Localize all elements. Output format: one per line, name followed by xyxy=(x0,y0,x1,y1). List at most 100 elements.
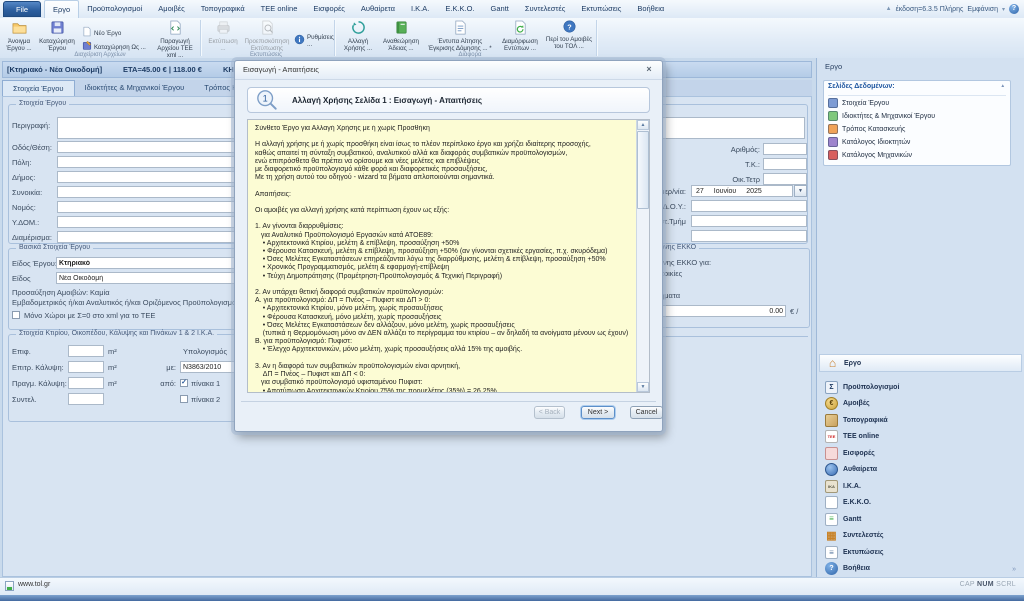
tab-amoives[interactable]: Αμοιβές xyxy=(150,0,192,18)
police-dept-input[interactable] xyxy=(691,215,807,227)
nav-item-ektyposeis[interactable]: ≡ Εκτυπώσεις xyxy=(819,545,1022,559)
svg-text:?: ? xyxy=(567,22,572,31)
date-year: 2025 xyxy=(746,188,762,195)
close-icon[interactable]: × xyxy=(642,63,656,76)
page-item-construction[interactable]: Τρόπος Κατασκευής xyxy=(828,123,905,135)
tab-ektyposeis[interactable]: Εκτυπώσεις xyxy=(573,0,629,18)
nav-item-eisfores[interactable]: Εισφορές xyxy=(819,446,1022,460)
table2-checkbox[interactable] xyxy=(180,395,188,403)
form-layout-button[interactable]: Διαμόρφωση Εντύπων ... xyxy=(497,20,543,52)
website-link[interactable]: www.tol.gr xyxy=(18,581,50,588)
info-icon xyxy=(294,34,305,47)
scrollbar-thumb[interactable] xyxy=(637,131,649,209)
chevron-down-icon[interactable]: ▾ xyxy=(1002,6,1005,13)
from-label: από: xyxy=(150,379,176,388)
permit-application-forms-button[interactable]: Έντυπα Αίτησης Έγκρισης Δόμησης ... * xyxy=(425,20,495,52)
settings-button[interactable]: Ρυθμίσεις ... xyxy=(294,33,332,48)
tab-eisfores[interactable]: Εισφορές xyxy=(305,0,353,18)
page-item-engineer-catalog[interactable]: Κατάλογος Μηχανικών xyxy=(828,149,912,161)
coefficient-label: Συντελ. xyxy=(12,395,37,404)
open-project-button[interactable]: Άνοιγμα Έργου ... xyxy=(3,20,35,52)
date-month: Ιουνίου xyxy=(714,188,736,195)
tab-topografika[interactable]: Τοπογραφικά xyxy=(193,0,253,18)
purple-page-chip xyxy=(828,137,838,147)
postal-input[interactable] xyxy=(763,158,807,170)
tab-syntelestes[interactable]: Συντελεστές xyxy=(517,0,573,18)
nav-item-amoives[interactable]: € Αμοιβές xyxy=(819,396,1022,410)
surcharge-label: Προσαύξηση Αμοιβών: xyxy=(12,288,88,297)
next-button[interactable]: Next > xyxy=(581,406,615,419)
tab-tee-online[interactable]: TEE online xyxy=(253,0,306,18)
tab-ergo[interactable]: Εργο xyxy=(44,0,79,18)
project-group-legend: Στοιχεία Έργου xyxy=(16,100,69,107)
nav-item-gantt[interactable]: ≡ Gantt xyxy=(819,512,1022,526)
calendar-dropdown-button[interactable]: ▼ xyxy=(794,185,807,197)
number-input[interactable] xyxy=(763,143,807,155)
display-menu[interactable]: Εμφάνιση xyxy=(967,6,998,13)
city-label: Πόλη: xyxy=(12,158,31,167)
nav-item-tee-online[interactable]: TEE TEE online xyxy=(819,429,1022,443)
new-project-button[interactable]: Νέο Έργο xyxy=(82,26,148,39)
data-pages-panel: Σελίδες Δεδομένων: ▴ Στοιχεία Έργου Ιδιο… xyxy=(823,80,1011,166)
dialog-scrollbar[interactable]: ▲ ▼ xyxy=(636,120,649,392)
change-use-icon xyxy=(351,20,366,37)
collapse-icon[interactable]: ▴ xyxy=(1001,83,1004,89)
nav-item-voitheia[interactable]: ? Βοήθεια xyxy=(819,561,1022,575)
permit-revision-button[interactable]: Αναθεώρηση Άδειας ... xyxy=(379,20,423,52)
green-book-icon xyxy=(394,20,409,37)
tz-unit: € / xyxy=(790,307,798,316)
tab-project-data[interactable]: Στοιχεία Έργου xyxy=(2,80,75,96)
tab-ika[interactable]: Ι.Κ.Α. xyxy=(403,0,437,18)
ribbon-tab-bar: File Εργο Προϋπολογισμοί Αμοιβές Τοπογρα… xyxy=(0,0,1024,19)
allowed-coverage-input[interactable] xyxy=(68,361,104,373)
dialog-title: Εισαγωγή - Απαιτήσεις xyxy=(243,65,319,74)
save-project-button[interactable]: Καταχώρηση Έργου xyxy=(36,20,78,52)
nav-label: Αυθαίρετα xyxy=(843,466,877,473)
nav-item-topografika[interactable]: Τοπογραφικά xyxy=(819,413,1022,427)
area-unit: m² xyxy=(108,347,117,356)
nav-item-syntelestes[interactable]: ▦ Συντελεστές xyxy=(819,528,1022,542)
nav-item-ekko[interactable]: Ε.Κ.Κ.Ο. xyxy=(819,495,1022,509)
nav-item-afthaireta[interactable]: Αυθαίρετα xyxy=(819,462,1022,476)
about-button[interactable]: ? Περί του Αμοιβές του ΤΟΛ ... xyxy=(545,20,593,50)
nav-item-proypologismoi[interactable]: Σ Προϋπολογισμοί xyxy=(819,380,1022,394)
scroll-up-icon[interactable]: ▲ xyxy=(637,120,649,130)
law-input[interactable] xyxy=(180,361,240,373)
scroll-down-icon[interactable]: ▼ xyxy=(637,382,649,392)
cancel-button[interactable]: Cancel xyxy=(630,406,663,419)
dialog-title-bar[interactable]: Εισαγωγή - Απαιτήσεις × xyxy=(235,61,662,80)
block-input[interactable] xyxy=(763,173,807,185)
nav-item-ika[interactable]: IKA Ι.Κ.Α. xyxy=(819,479,1022,493)
page-item-project-data[interactable]: Στοιχεία Έργου xyxy=(828,97,889,109)
sidebar-caption: Εργο xyxy=(825,62,842,71)
tab-ekko[interactable]: Ε.Κ.Κ.Ο. xyxy=(437,0,482,18)
area-input[interactable] xyxy=(68,345,104,357)
tab-gantt[interactable]: Gantt xyxy=(483,0,517,18)
apartment-label: Διαμέρισμα: xyxy=(12,233,52,242)
tab-afthaireta[interactable]: Αυθαίρετα xyxy=(353,0,403,18)
actual-coverage-input[interactable] xyxy=(68,377,104,389)
page-item-owner-catalog[interactable]: Κατάλογος Ιδιοκτητών xyxy=(828,136,910,148)
date-input[interactable]: 27 Ιουνίου 2025 xyxy=(691,185,793,197)
district-label: Συνοικία: xyxy=(12,188,42,197)
surcharge-value: Καμία xyxy=(90,288,110,297)
print-button: Εκτύπωση ... xyxy=(205,20,241,52)
tab-voitheia[interactable]: Βοήθεια xyxy=(629,0,672,18)
table1-checkbox[interactable]: ✓ xyxy=(180,379,188,387)
nav-item-ergo[interactable]: ⌂ Εργο xyxy=(819,354,1022,372)
help-icon[interactable]: ? xyxy=(1009,4,1019,14)
doy-input[interactable] xyxy=(691,200,807,212)
tab-file[interactable]: File xyxy=(3,1,41,17)
extra-input[interactable] xyxy=(691,230,807,242)
refresh-document-icon xyxy=(513,20,528,37)
block-label: Οικ.Τετρ xyxy=(680,175,760,184)
change-use-button[interactable]: Αλλαγή Χρήσης ... xyxy=(339,20,377,52)
nav-overflow-icon[interactable]: » xyxy=(1012,566,1016,573)
coefficient-input[interactable] xyxy=(68,393,104,405)
nav-label: Συντελεστές xyxy=(843,532,884,539)
tab-owners-engineers[interactable]: Ιδιοκτήτες & Μηχανικοί Έργου xyxy=(75,80,195,96)
ribbon: Άνοιγμα Έργου ... Καταχώρηση Έργου Νέο Έ… xyxy=(0,18,1024,59)
page-item-owners[interactable]: Ιδιοκτήτες & Μηχανικοί Έργου xyxy=(828,110,935,122)
spaces-checkbox[interactable] xyxy=(12,311,20,319)
tab-proypologismoi[interactable]: Προϋπολογισμοί xyxy=(79,0,150,18)
